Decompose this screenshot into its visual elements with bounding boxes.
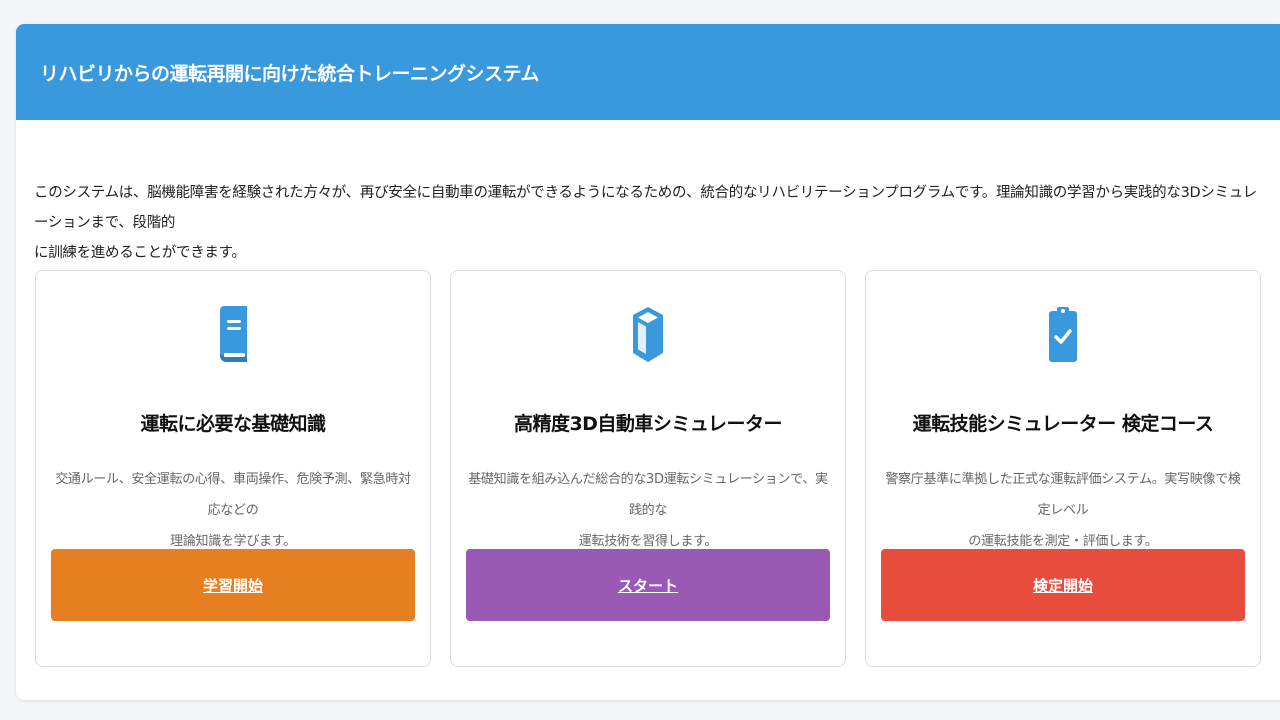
card-desc-line: 警察庁基準に準拠した正式な運転評価システム。実写映像で検定レベル xyxy=(885,472,1241,518)
card-title: 運転技能シミュレーター 検定コース xyxy=(912,413,1214,435)
page-title: リハビリからの運転再開に向けた統合トレーニングシステム xyxy=(40,62,539,85)
start-learning-button[interactable]: 学習開始 xyxy=(51,549,415,621)
card-title: 高精度3D自動車シミュレーター xyxy=(513,413,783,435)
card-description: 基礎知識を組み込んだ総合的な3D運転シミュレーションで、実践的な 運転技術を習得… xyxy=(467,464,829,557)
clipboard-check-icon xyxy=(1046,305,1080,365)
intro-line-1: このシステムは、脳機能障害を経験された方々が、再び安全に自動車の運転ができるよう… xyxy=(34,185,1257,231)
card-description: 警察庁基準に準拠した正式な運転評価システム。実写映像で検定レベル の運転技能を測… xyxy=(882,464,1244,557)
intro-line-2: に訓練を進めることができます。 xyxy=(34,245,246,261)
card-desc-line: 基礎知識を組み込んだ総合的な3D運転シミュレーションで、実践的な xyxy=(468,472,828,518)
card-desc-line: の運転技能を測定・評価します。 xyxy=(968,534,1158,549)
card-desc-line: 運転技術を習得します。 xyxy=(578,534,718,549)
card-exam-course: 運転技能シミュレーター 検定コース 警察庁基準に準拠した正式な運転評価システム。… xyxy=(865,270,1261,667)
start-exam-button[interactable]: 検定開始 xyxy=(881,549,1245,621)
intro-text: このシステムは、脳機能障害を経験された方々が、再び安全に自動車の運転ができるよう… xyxy=(34,178,1262,268)
panel-header: リハビリからの運転再開に向けた統合トレーニングシステム xyxy=(16,24,1280,120)
main-panel: リハビリからの運転再開に向けた統合トレーニングシステム このシステムは、脳機能障… xyxy=(16,24,1280,700)
cube-icon xyxy=(631,305,665,365)
start-simulator-button[interactable]: スタート xyxy=(466,549,830,621)
card-desc-line: 理論知識を学びます。 xyxy=(170,534,296,549)
card-3d-simulator: 高精度3D自動車シミュレーター 基礎知識を組み込んだ総合的な3D運転シミュレーシ… xyxy=(450,270,846,667)
card-desc-line: 交通ルール、安全運転の心得、車両操作、危険予測、緊急時対応などの xyxy=(55,472,411,518)
book-icon xyxy=(216,305,250,365)
card-basic-knowledge: 運転に必要な基礎知識 交通ルール、安全運転の心得、車両操作、危険予測、緊急時対応… xyxy=(35,270,431,667)
card-description: 交通ルール、安全運転の心得、車両操作、危険予測、緊急時対応などの 理論知識を学び… xyxy=(52,464,414,557)
card-title: 運転に必要な基礎知識 xyxy=(140,413,326,435)
